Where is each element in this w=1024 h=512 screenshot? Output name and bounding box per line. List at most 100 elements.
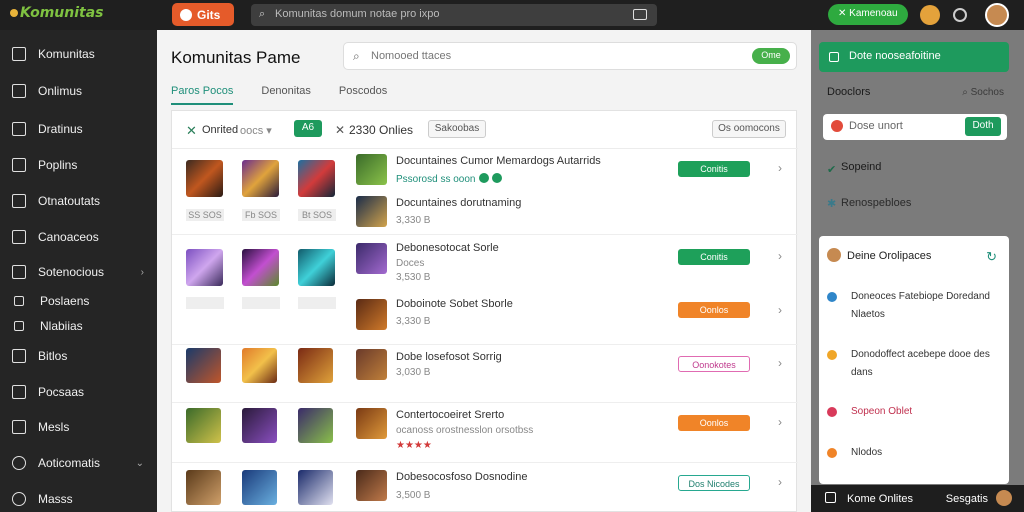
game-icon[interactable] <box>356 470 387 501</box>
activity-item[interactable]: Nlodos <box>827 444 1003 464</box>
refresh-icon[interactable]: ↻ <box>986 249 997 265</box>
sidebar-item-mesls[interactable]: Mesls <box>12 420 152 434</box>
game-icon[interactable] <box>356 243 387 274</box>
sidebar-item-pocsaas[interactable]: Pocsaas <box>12 385 152 399</box>
chevron-right-icon[interactable]: › <box>778 303 782 317</box>
sidebar-item-dratinus[interactable]: Dratinus <box>12 122 152 136</box>
sidebar-item-canoaceos[interactable]: Canoaceos <box>12 230 152 244</box>
avatar[interactable] <box>996 490 1012 506</box>
status-badge[interactable]: Conitis <box>678 249 750 265</box>
row-title[interactable]: Debonesotocat Sorle <box>396 242 499 254</box>
app-logo[interactable]: Komunitas <box>10 5 104 21</box>
panel-input[interactable]: Dose unort Doth <box>823 114 1007 140</box>
global-search-input[interactable]: ⌕ Komunitas domum notae pro ixpo <box>251 4 657 26</box>
sidebar-item-bitlos[interactable]: Bitlos <box>12 349 152 363</box>
table-row[interactable]: Debonesotocat Sorle Doces 3,530 B Doboin… <box>172 235 798 345</box>
tab-denonitas[interactable]: Denonitas <box>261 85 311 105</box>
game-icon[interactable] <box>356 349 387 380</box>
thumbnail[interactable] <box>186 348 221 383</box>
row-size: 3,330 B <box>396 215 431 226</box>
settings-icon <box>12 265 26 279</box>
sidebar-item-sotenocious[interactable]: Sotenocious › <box>12 265 152 279</box>
chevron-right-icon[interactable]: › <box>778 415 782 429</box>
thumbnail[interactable] <box>298 160 335 197</box>
sidebar-item-nlabiias[interactable]: Nlabiias <box>12 319 152 333</box>
sidebar-item-label: Pocsaas <box>38 385 85 399</box>
help-icon[interactable] <box>953 8 967 22</box>
sidebar-item-onlimus[interactable]: Onlimus <box>12 84 152 98</box>
game-icon[interactable] <box>356 408 387 439</box>
sidebar-item-poplins[interactable]: Poplins <box>12 158 152 172</box>
sidebar-item-poslaens[interactable]: Poslaens <box>12 294 152 308</box>
status-badge[interactable]: Oonokotes <box>678 356 750 372</box>
thumbnail[interactable] <box>242 160 279 197</box>
tab-paros-pocos[interactable]: Paros Pocos <box>171 85 234 105</box>
activity-item[interactable]: Doneoces Fatebiope Doredand Nlaetos <box>827 288 1003 324</box>
footer-label[interactable]: Kome Onlites <box>847 493 913 505</box>
row-title[interactable]: Contertocoeiret Srerto <box>396 409 504 421</box>
row-title[interactable]: Docuntaines Cumor Memardogs Autarrids <box>396 155 601 167</box>
sort-chip[interactable]: Os oomocons <box>712 120 786 138</box>
close-icon[interactable]: ✕ <box>335 123 345 137</box>
panel-header-button[interactable]: Dote nooseafoitine <box>819 42 1009 72</box>
panel-input-button[interactable]: Doth <box>965 117 1001 136</box>
row-title[interactable]: Docuntaines dorutnaming <box>396 197 521 209</box>
footer-label-right[interactable]: Sesgatis <box>946 493 988 505</box>
close-icon[interactable]: ✕ <box>186 123 197 139</box>
thumbnail[interactable] <box>186 408 221 443</box>
thumbnail[interactable] <box>298 348 333 383</box>
activity-item[interactable]: Donodoffect acebepe dooe des dans <box>827 346 1003 382</box>
filter-select[interactable]: oocs ▾ <box>240 124 272 137</box>
notification-icon[interactable] <box>920 5 940 25</box>
game-icon[interactable] <box>356 299 387 330</box>
sidebar-item-otnatoutats[interactable]: Otnatoutats <box>12 194 152 208</box>
chevron-right-icon[interactable]: › <box>778 249 782 263</box>
thumbnail[interactable] <box>186 160 223 197</box>
sidebar-item-komunitas[interactable]: Komunitas <box>12 47 152 61</box>
row-title[interactable]: Dobesocosfoso Dosnodine <box>396 471 527 483</box>
account-button[interactable]: ✕ Kamenoau <box>828 4 908 25</box>
sidebar-item-masss[interactable]: Masss <box>12 492 152 506</box>
panel-section-link[interactable]: ⌕ Sochos <box>962 87 1004 98</box>
chevron-right-icon[interactable]: › <box>778 356 782 370</box>
panel-link[interactable]: Renospebloes <box>841 197 911 209</box>
activity-item[interactable]: Sopeon Oblet <box>827 403 1003 423</box>
thumbnail[interactable] <box>298 408 333 443</box>
filter-chip[interactable]: Sakoobas <box>428 120 486 138</box>
thumbnail[interactable] <box>186 470 221 505</box>
table-row[interactable]: Dobesocosfoso Dosnodine 3,500 B Dos Nico… <box>172 463 798 512</box>
thumbnail[interactable] <box>242 408 277 443</box>
tab-poscodos[interactable]: Poscodos <box>339 85 387 105</box>
row-subtitle: Doces <box>396 258 425 269</box>
sidebar-item-label: Mesls <box>38 420 70 434</box>
table-row[interactable]: Dobe losefosot Sorrig 3,030 B Oonokotes … <box>172 345 798 403</box>
panel-link[interactable]: Sopeind <box>841 161 881 173</box>
thumbnail[interactable] <box>186 249 223 286</box>
status-badge[interactable]: Conitis <box>678 161 750 177</box>
chevron-right-icon[interactable]: › <box>778 161 782 175</box>
row-title[interactable]: Dobe losefosot Sorrig <box>396 351 502 363</box>
thumbnail[interactable] <box>242 470 277 505</box>
thumbnail[interactable] <box>298 249 335 286</box>
thumbnail[interactable] <box>298 470 333 505</box>
search-button[interactable]: Ome <box>752 48 790 64</box>
brand-button[interactable]: Gits <box>172 3 234 26</box>
row-title[interactable]: Doboinote Sobet Sborle <box>396 298 513 310</box>
status-badge[interactable]: Oonlos <box>678 415 750 431</box>
avatar[interactable] <box>985 3 1009 27</box>
game-icon[interactable] <box>356 154 387 185</box>
table-row[interactable]: Contertocoeiret Srerto ocanoss orostness… <box>172 403 798 463</box>
screen-icon[interactable] <box>633 9 647 20</box>
thumbnail[interactable] <box>242 249 279 286</box>
chevron-right-icon[interactable]: › <box>778 475 782 489</box>
game-icon[interactable] <box>356 196 387 227</box>
sidebar-item-aoticomatis[interactable]: Aoticomatis ⌄ <box>12 456 152 470</box>
avatar[interactable] <box>827 248 841 262</box>
thumbnail[interactable] <box>242 348 277 383</box>
status-badge[interactable]: Oonlos <box>678 302 750 318</box>
search-input[interactable]: ⌕ Nomooed ttaces Ome <box>343 42 797 70</box>
list-icon <box>825 492 836 503</box>
status-badge[interactable]: Dos Nicodes <box>678 475 750 491</box>
table-row[interactable]: SS SOS Fb SOS Bt SOS Docuntaines Cumor M… <box>172 149 798 235</box>
filter-badge[interactable]: A6 <box>294 120 322 137</box>
